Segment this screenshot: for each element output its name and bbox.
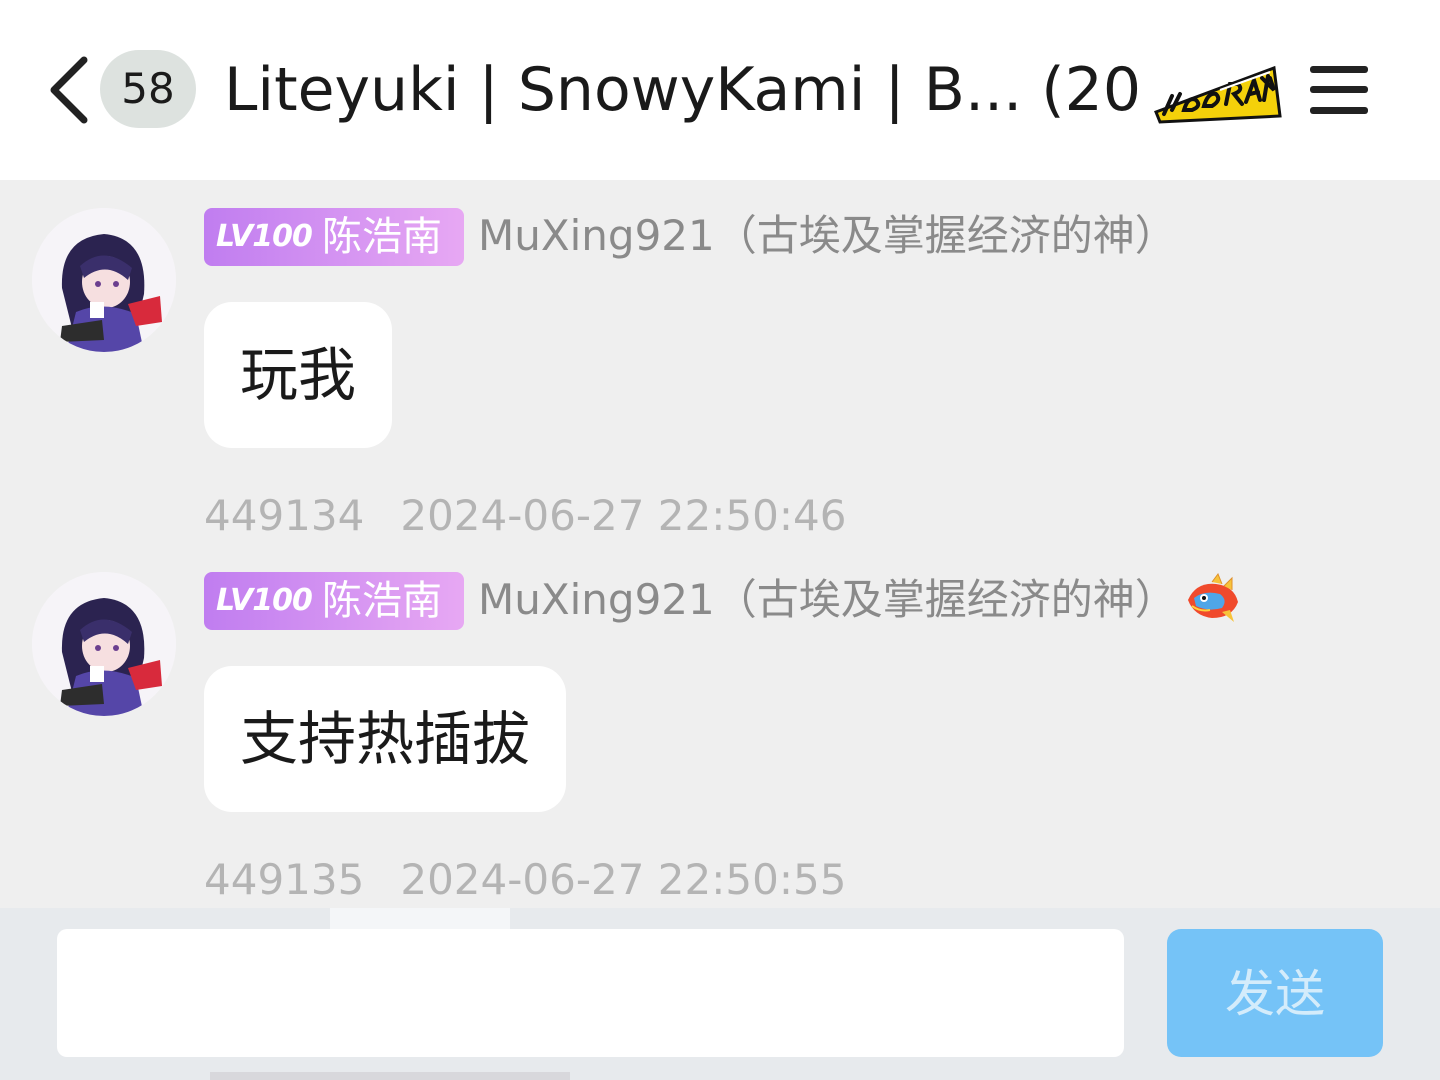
message-timestamp: 2024-06-27 22:50:55 — [400, 855, 847, 904]
avatar[interactable] — [32, 208, 176, 352]
level-badge: LV100 陈浩南 — [204, 208, 464, 266]
level-tag: LV100 — [216, 583, 313, 618]
hamburger-menu-line — [1310, 86, 1368, 93]
level-title: 陈浩南 — [322, 578, 442, 624]
message-meta: 449135 2024-06-27 22:50:55 — [204, 852, 846, 908]
avatar[interactable] — [32, 572, 176, 716]
chevron-left-icon — [50, 56, 88, 124]
composer-tab-strip — [330, 908, 510, 930]
hamburger-menu-line — [1310, 107, 1368, 114]
bottom-divider — [210, 1072, 570, 1080]
send-button[interactable]: 发送 — [1167, 929, 1383, 1057]
message-item: LV100 陈浩南 MuXing921（古埃及掌握经济的神） 支持热插拔 449… — [0, 544, 1440, 904]
level-tag: LV100 — [216, 219, 313, 254]
hamburger-menu-icon — [1310, 66, 1368, 73]
chat-header: 58 Liteyuki | SnowyKami | B... (206) — [0, 0, 1440, 180]
composer-bar: 发送 — [0, 908, 1440, 1080]
message-item: LV100 陈浩南 MuXing921（古埃及掌握经济的神） 玩我 449134… — [0, 180, 1440, 540]
menu-button[interactable] — [1306, 60, 1374, 120]
message-id: 449135 — [204, 855, 365, 904]
message-timestamp: 2024-06-27 22:50:46 — [400, 491, 847, 540]
message-bubble[interactable]: 支持热插拔 — [204, 666, 567, 812]
message-id: 449134 — [204, 491, 365, 540]
chat-title[interactable]: Liteyuki | SnowyKami | B... (206) — [224, 50, 1144, 130]
hooray-sticker-icon — [1150, 60, 1284, 126]
level-badge: LV100 陈浩南 — [204, 572, 464, 630]
message-input[interactable] — [57, 929, 1124, 1057]
sender-name[interactable]: MuXing921（古埃及掌握经济的神） — [478, 568, 1177, 632]
chat-screen: 58 Liteyuki | SnowyKami | B... (206) LV1… — [0, 0, 1440, 1080]
back-button[interactable] — [40, 52, 96, 128]
message-meta: 449134 2024-06-27 22:50:46 — [204, 488, 846, 544]
level-title: 陈浩南 — [322, 214, 442, 260]
unread-count-badge[interactable]: 58 — [100, 50, 196, 128]
message-bubble[interactable]: 玩我 — [204, 302, 393, 448]
dragon-icon — [1182, 572, 1244, 626]
sender-name[interactable]: MuXing921（古埃及掌握经济的神） — [478, 204, 1177, 268]
